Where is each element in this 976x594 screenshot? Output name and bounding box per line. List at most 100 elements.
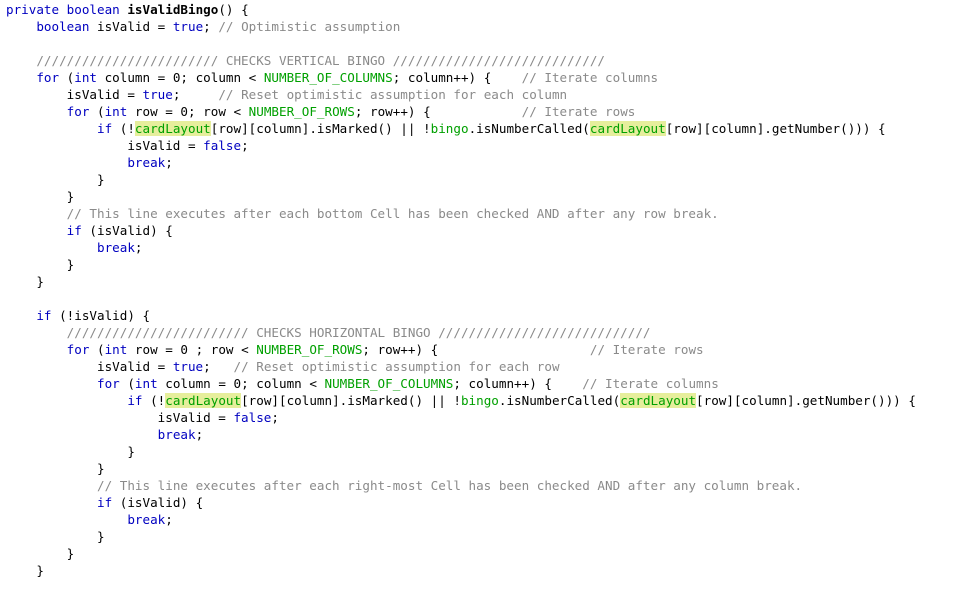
code-line[interactable]: private boolean isValidBingo() { [0,1,976,18]
code-line[interactable]: break; [0,426,976,443]
code-line[interactable]: if (!isValid) { [0,307,976,324]
code-keyword: int [74,70,98,85]
code-line[interactable]: } [0,256,976,273]
code-comment: // Reset optimistic assumption for each … [218,87,568,102]
code-text: ( [89,342,105,357]
code-text: (!isValid) { [51,308,151,323]
code-keyword: if [66,223,82,238]
code-line[interactable]: // This line executes after each right-m… [0,477,976,494]
code-occurrence-highlight: cardLayout [134,121,211,136]
code-text: } [6,189,75,204]
code-text: } [6,274,44,289]
code-line[interactable]: isValid = true; // Reset optimistic assu… [0,86,976,103]
code-text: isValid = [6,138,204,153]
code-keyword: false [233,410,272,425]
code-text: (! [142,393,166,408]
code-area[interactable]: private boolean isValidBingo() { boolean… [0,0,976,579]
code-line[interactable]: //////////////////////// CHECKS VERTICAL… [0,52,976,69]
code-constant: NUMBER_OF_ROWS [256,342,363,357]
code-line[interactable]: isValid = true; // Reset optimistic assu… [0,358,976,375]
code-keyword: if [97,121,113,136]
code-text: ; [134,240,143,255]
code-comment: //////////////////////// CHECKS VERTICAL… [36,53,605,68]
code-line[interactable]: break; [0,511,976,528]
code-text: [row][column].isMarked() || ! [210,121,431,136]
code-line[interactable]: if (!cardLayout[row][column].isMarked() … [0,120,976,137]
code-text: ; row++) { [354,104,522,119]
code-text: column = 0; column < [157,376,325,391]
code-line[interactable]: if (isValid) { [0,494,976,511]
code-line[interactable]: if (isValid) { [0,222,976,239]
code-text: row = 0 ; row < [127,342,257,357]
code-keyword: for [97,376,120,391]
code-text: } [6,444,135,459]
code-text: .isNumberCalled( [498,393,621,408]
code-text: isValid = [6,410,234,425]
code-comment: // Optimistic assumption [218,19,401,34]
code-comment: // Iterate columns [521,70,659,85]
code-line[interactable] [0,35,976,52]
code-text: ; [165,155,173,170]
code-line[interactable]: } [0,188,976,205]
code-keyword: break [157,427,196,442]
code-line[interactable]: if (!cardLayout[row][column].isMarked() … [0,392,976,409]
code-line[interactable]: for (int column = 0; column < NUMBER_OF_… [0,375,976,392]
code-line[interactable]: } [0,460,976,477]
code-line[interactable] [0,290,976,307]
code-text: (isValid) { [112,495,204,510]
code-text: } [6,461,105,476]
code-text: row = 0; row < [127,104,249,119]
code-line[interactable]: //////////////////////// CHECKS HORIZONT… [0,324,976,341]
code-constant: NUMBER_OF_ROWS [248,104,355,119]
code-line[interactable]: isValid = false; [0,137,976,154]
code-keyword: int [104,104,128,119]
code-line[interactable]: } [0,562,976,579]
code-line[interactable]: break; [0,239,976,256]
code-line[interactable]: } [0,545,976,562]
code-keyword: for [36,70,60,85]
code-line[interactable]: for (int row = 0; row < NUMBER_OF_ROWS; … [0,103,976,120]
code-line[interactable]: boolean isValid = true; // Optimistic as… [0,18,976,35]
code-keyword: int [134,376,158,391]
code-text: (isValid) { [81,223,173,238]
code-comment: // Iterate columns [582,376,719,391]
code-line[interactable]: isValid = false; [0,409,976,426]
code-text: ; [172,87,219,102]
code-text: } [6,563,44,578]
code-line[interactable]: break; [0,154,976,171]
code-line[interactable]: } [0,171,976,188]
code-line[interactable]: // This line executes after each bottom … [0,205,976,222]
code-text: ; [241,138,249,153]
code-keyword: private [6,2,60,17]
code-text: ; [195,427,204,442]
code-keyword: true [172,359,204,374]
code-line[interactable]: } [0,528,976,545]
code-keyword: for [66,104,90,119]
code-comment: // This line executes after each bottom … [66,206,719,221]
code-comment: // This line executes after each right-m… [97,478,803,493]
code-editor[interactable]: private boolean isValidBingo() { boolean… [0,0,976,594]
code-keyword: if [36,308,52,323]
code-line[interactable]: for (int column = 0; column < NUMBER_OF_… [0,69,976,86]
code-constant: NUMBER_OF_COLUMNS [263,70,393,85]
code-keyword: if [97,495,113,510]
code-text: ; column++) { [392,70,522,85]
code-line[interactable]: } [0,443,976,460]
code-occurrence-highlight: cardLayout [620,393,697,408]
code-line[interactable]: for (int row = 0 ; row < NUMBER_OF_ROWS;… [0,341,976,358]
code-line[interactable]: } [0,273,976,290]
